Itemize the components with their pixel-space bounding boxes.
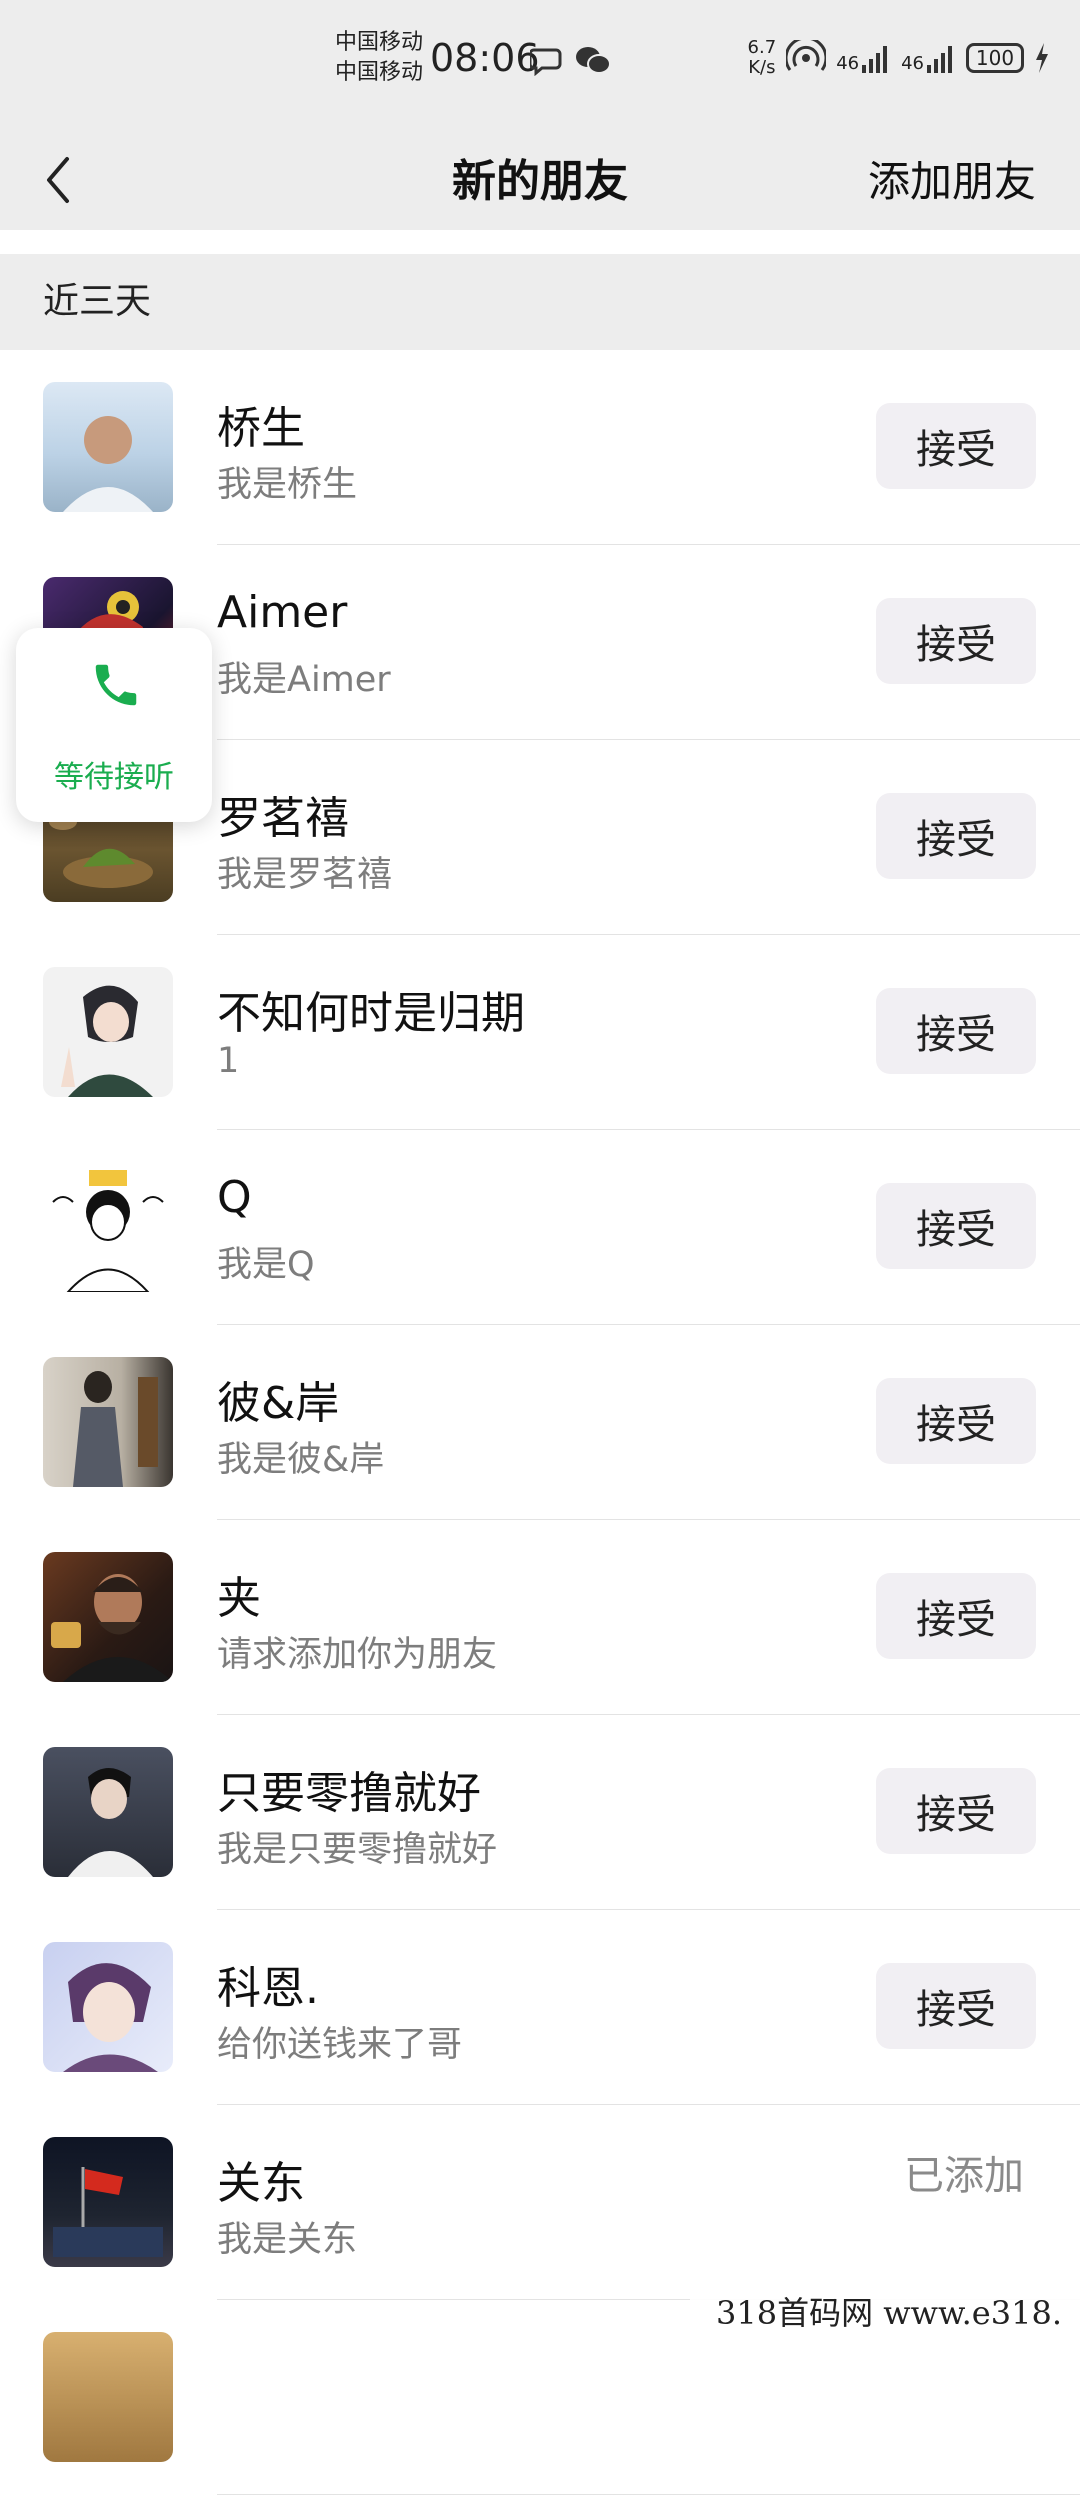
signal-1: 46: [836, 43, 891, 73]
list-item[interactable]: 夹 请求添加你为朋友 接受: [0, 1520, 1080, 1715]
network-speed: 6.7 K/s: [748, 38, 777, 78]
list-item[interactable]: 只要零撸就好 我是只要零撸就好 接受: [0, 1715, 1080, 1910]
hotspot-icon: [786, 40, 827, 71]
carrier-labels: 中国移动 中国移动: [335, 28, 423, 88]
accept-button[interactable]: 接受: [876, 988, 1036, 1074]
section-header: 近三天: [0, 254, 1080, 350]
contact-name: 只要零撸就好: [217, 1768, 481, 1819]
request-message: 我是彼&岸: [217, 1440, 385, 1480]
speed-value: 6.7: [747, 37, 777, 58]
accept-button[interactable]: 接受: [876, 793, 1036, 879]
list-item[interactable]: Q 我是Q 接受: [0, 1130, 1080, 1325]
request-message: 我是Aimer: [217, 660, 391, 700]
accept-button[interactable]: 接受: [876, 1378, 1036, 1464]
nav-header: 新的朋友 添加朋友: [0, 128, 1080, 230]
accept-button[interactable]: 接受: [876, 598, 1036, 684]
avatar[interactable]: [43, 1942, 173, 2072]
contact-name: 彼&岸: [217, 1378, 340, 1429]
accept-button[interactable]: 接受: [876, 403, 1036, 489]
call-waiting-widget[interactable]: 等待接听: [16, 628, 212, 822]
request-message: 请求添加你为朋友: [217, 1635, 498, 1675]
list-item[interactable]: 彼&岸 我是彼&岸 接受: [0, 1325, 1080, 1520]
signal-2: 46: [901, 43, 956, 73]
contact-name: 夹: [217, 1573, 261, 1624]
contact-name: Aimer: [217, 587, 348, 638]
chevron-left-icon: [47, 157, 69, 203]
signal-bars-icon: [927, 46, 952, 73]
carrier-2: 中国移动: [335, 60, 424, 85]
section-label: 近三天: [43, 281, 152, 322]
status-bar: 中国移动 中国移动 08:06 6.7 K/s 46 46 100: [0, 0, 1080, 128]
list-item[interactable]: 不知何时是归期 1 接受: [0, 935, 1080, 1130]
contact-name: 关东: [217, 2158, 305, 2209]
wechat-icon: [576, 47, 611, 74]
carrier-1: 中国移动: [335, 30, 424, 55]
contact-name: 科恩.: [217, 1963, 319, 2014]
signal-label-1: 46: [836, 53, 860, 74]
request-message: 我是罗茗禧: [217, 855, 393, 895]
site-watermark: 318首码网 www.e318.: [690, 2288, 1080, 2338]
avatar[interactable]: [43, 382, 173, 512]
notification-icons: [530, 40, 612, 80]
list-item[interactable]: 桥生 我是桥生 接受: [0, 350, 1080, 545]
accept-button[interactable]: 接受: [876, 1963, 1036, 2049]
avatar[interactable]: [43, 1357, 173, 1487]
accept-button[interactable]: 接受: [876, 1768, 1036, 1854]
contact-name: Q: [217, 1172, 252, 1223]
phone-icon: [95, 664, 137, 706]
request-message: 我是关东: [217, 2220, 358, 2260]
request-message: 1: [217, 1041, 240, 1081]
request-message: 我是桥生: [217, 465, 358, 505]
signal-bars-icon: [862, 46, 888, 73]
request-message: 给你送钱来了哥: [217, 2025, 463, 2065]
accept-button[interactable]: 接受: [876, 1183, 1036, 1269]
avatar[interactable]: [43, 1162, 173, 1292]
request-message: 我是Q: [217, 1245, 315, 1285]
avatar[interactable]: [43, 1747, 173, 1877]
contact-name: 不知何时是归期: [217, 988, 525, 1039]
contact-name: 桥生: [217, 403, 305, 454]
avatar[interactable]: [43, 2137, 173, 2267]
speed-unit: K/s: [748, 57, 776, 78]
battery-indicator: 100: [966, 43, 1024, 73]
contact-name: 罗茗禧: [217, 793, 349, 844]
status-time: 08:06: [430, 36, 540, 80]
list-item[interactable]: 关东 我是关东 已添加: [0, 2105, 1080, 2300]
message-bubble-icon: [530, 48, 562, 76]
list-item[interactable]: 科恩. 给你送钱来了哥 接受: [0, 1910, 1080, 2105]
back-button[interactable]: [28, 140, 88, 220]
signal-label-2: 46: [901, 53, 924, 74]
request-message: 我是只要零撸就好: [217, 1830, 498, 1870]
add-friend-button[interactable]: 添加朋友: [868, 146, 1036, 218]
status-right-icons: 6.7 K/s 46 46 100: [748, 36, 1050, 80]
call-status-label: 等待接听: [54, 760, 174, 795]
accept-button[interactable]: 接受: [876, 1573, 1036, 1659]
avatar[interactable]: [43, 2332, 173, 2462]
charging-bolt-icon: [1036, 43, 1048, 73]
added-status: 已添加: [904, 2153, 1024, 2199]
avatar[interactable]: [43, 967, 173, 1097]
avatar[interactable]: [43, 1552, 173, 1682]
